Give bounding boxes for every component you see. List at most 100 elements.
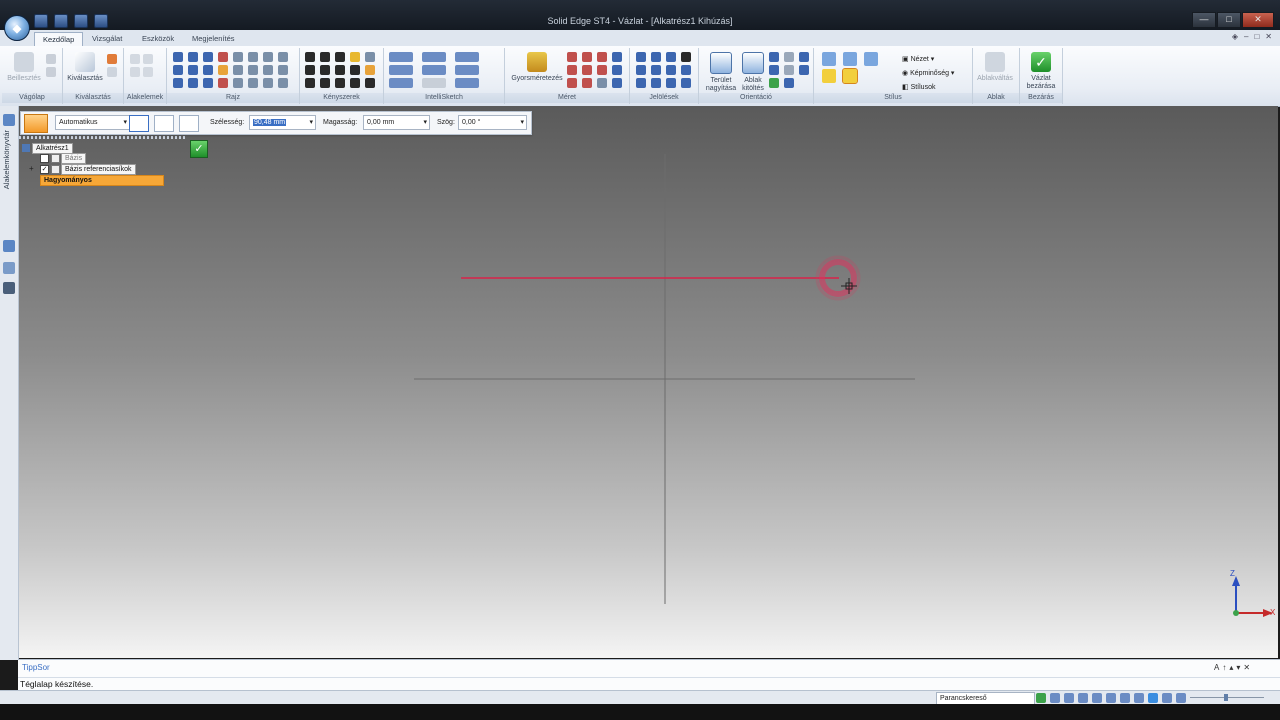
view-cube-icon[interactable] xyxy=(864,52,878,66)
intellisketch-option-icon[interactable] xyxy=(389,52,413,62)
width-field[interactable]: 90,48 mm ▾ xyxy=(249,115,316,130)
ribbon-minimize-icon[interactable]: – xyxy=(1244,32,1248,41)
view-menu[interactable]: ▣ Nézet ▾ xyxy=(902,53,954,67)
fit-status-icon[interactable] xyxy=(1078,693,1088,703)
point-icon[interactable] xyxy=(203,78,213,88)
angular-coordinate-icon[interactable] xyxy=(567,78,577,88)
intellisketch-option-icon[interactable] xyxy=(455,65,479,75)
tree-item-base[interactable]: Bázis xyxy=(61,153,87,164)
symmetric-diameter-icon[interactable] xyxy=(582,65,592,75)
rotate-icon[interactable] xyxy=(233,65,243,75)
text-icon[interactable] xyxy=(612,78,622,88)
line-width-icon[interactable] xyxy=(179,115,199,132)
relationship-icon[interactable] xyxy=(365,78,375,88)
save-icon[interactable] xyxy=(34,14,48,28)
render-quality-menu[interactable]: ◉ Képminőség ▾ xyxy=(902,67,954,81)
intellisketch-option-icon[interactable] xyxy=(422,78,446,88)
cut-icon[interactable] xyxy=(46,54,56,64)
zoom-icon[interactable] xyxy=(769,52,779,62)
text-size-icon[interactable] xyxy=(612,65,622,75)
copy-icon[interactable] xyxy=(46,67,56,77)
tangent-icon[interactable] xyxy=(305,78,315,88)
relate-icon[interactable] xyxy=(365,65,375,75)
line-icon[interactable] xyxy=(173,52,183,62)
rigid-icon[interactable] xyxy=(350,65,360,75)
offset-icon[interactable] xyxy=(278,52,288,62)
redo-icon[interactable] xyxy=(74,14,88,28)
pan-status-icon[interactable] xyxy=(1092,693,1102,703)
rotate-status-icon[interactable] xyxy=(1106,693,1116,703)
ellipse-icon[interactable] xyxy=(188,78,198,88)
point-on-icon[interactable] xyxy=(335,78,345,88)
select-filter-icon[interactable] xyxy=(107,67,117,77)
chamfer-dimension-icon[interactable] xyxy=(597,65,607,75)
move-icon[interactable] xyxy=(218,65,228,75)
scale-icon[interactable] xyxy=(248,65,258,75)
zoom-status-icon[interactable] xyxy=(1064,693,1074,703)
callout-icon[interactable] xyxy=(636,52,646,62)
symmetric-icon[interactable] xyxy=(365,52,375,62)
select-button[interactable]: Kiválasztás xyxy=(65,52,105,83)
element-icon[interactable] xyxy=(143,54,153,64)
curve-icon[interactable] xyxy=(203,52,213,62)
view-cube-icon[interactable] xyxy=(822,52,836,66)
distance-icon[interactable] xyxy=(582,52,592,62)
maintain-icon[interactable] xyxy=(350,78,360,88)
close-sketch-button[interactable]: ✓ Vázlat bezárása xyxy=(1021,52,1061,91)
graphics-window[interactable]: Z X Alkatrész1 Bázis + ✓ Bázis referenci… xyxy=(19,106,1278,658)
split-icon[interactable] xyxy=(203,65,213,75)
rotate-view-icon[interactable] xyxy=(799,52,809,62)
switch-window-button[interactable]: Ablakváltás xyxy=(975,52,1015,83)
mode-select[interactable]: Automatikus ▾ xyxy=(55,115,130,130)
polygon-icon[interactable] xyxy=(188,65,198,75)
angle-icon[interactable] xyxy=(597,52,607,62)
views-status-icon[interactable] xyxy=(1162,693,1172,703)
shaded-edges-cube-icon[interactable] xyxy=(842,68,858,84)
element-icon[interactable] xyxy=(143,67,153,77)
datum-icon[interactable] xyxy=(681,65,691,75)
project-icon[interactable] xyxy=(233,78,243,88)
refresh-status-icon[interactable] xyxy=(1036,693,1046,703)
trim-icon[interactable] xyxy=(233,52,243,62)
view-status-icon[interactable] xyxy=(1134,693,1144,703)
connect-icon[interactable] xyxy=(305,52,315,62)
fillet-icon[interactable] xyxy=(218,52,228,62)
previous-view-icon[interactable] xyxy=(784,65,794,75)
leader-icon[interactable] xyxy=(651,52,661,62)
zoom-slider-thumb[interactable] xyxy=(1224,694,1228,701)
pan-icon[interactable] xyxy=(784,52,794,62)
edge-condition-icon[interactable] xyxy=(666,65,676,75)
intellisketch-option-icon[interactable] xyxy=(455,78,479,88)
tree-item-reference-planes[interactable]: Bázis referenciasíkok xyxy=(61,164,136,175)
view-orientation-icon[interactable] xyxy=(799,65,809,75)
close-button[interactable]: ✕ xyxy=(1242,12,1274,28)
view-cube-icon[interactable] xyxy=(843,52,857,66)
center-mark-icon[interactable] xyxy=(636,78,646,88)
sketch-view-status-icon[interactable] xyxy=(1120,693,1130,703)
shaded-status-icon[interactable] xyxy=(1148,693,1158,703)
center-line-icon[interactable] xyxy=(651,78,661,88)
sensors-icon[interactable] xyxy=(3,262,15,274)
angle-field[interactable]: 0,00 ° ▾ xyxy=(458,115,527,130)
tab-inspect[interactable]: Vizsgálat xyxy=(84,32,130,46)
coordinate-icon[interactable] xyxy=(567,65,577,75)
equal-icon[interactable] xyxy=(320,65,330,75)
include-icon[interactable] xyxy=(248,78,258,88)
tree-splitter[interactable] xyxy=(19,136,185,139)
surface-texture-icon[interactable] xyxy=(636,65,646,75)
fill-icon[interactable] xyxy=(263,78,273,88)
concentric-icon[interactable] xyxy=(335,52,345,62)
dimension-axis-icon[interactable] xyxy=(582,78,592,88)
tree-item-traditional[interactable]: Hagyományos xyxy=(40,175,164,186)
zoom-area-status-icon[interactable] xyxy=(1050,693,1060,703)
smart-dimension-icon[interactable] xyxy=(567,52,577,62)
arc-icon[interactable] xyxy=(188,52,198,62)
expand-icon[interactable]: + xyxy=(29,164,34,173)
balloon-icon[interactable] xyxy=(666,52,676,62)
ribbon-close-icon[interactable]: ✕ xyxy=(1265,32,1272,41)
line-color-icon[interactable] xyxy=(129,115,149,132)
zoom-out-status-icon[interactable] xyxy=(1176,693,1186,703)
rectangle-tool-icon[interactable] xyxy=(24,114,48,133)
tab-home[interactable]: Kezdőlap xyxy=(34,32,84,47)
stretch-icon[interactable] xyxy=(263,65,273,75)
